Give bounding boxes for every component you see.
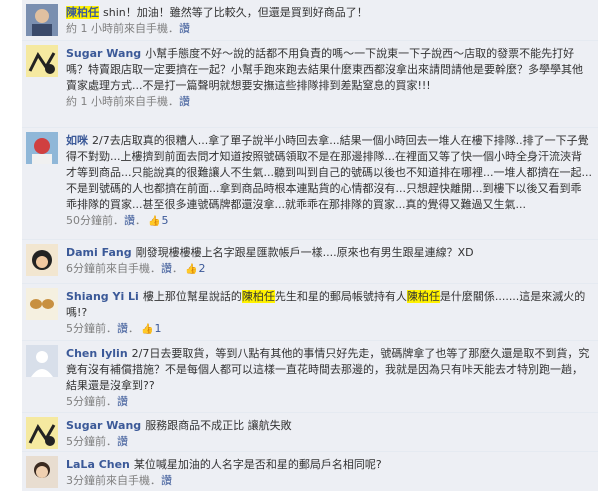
avatar[interactable] <box>26 288 58 320</box>
comment-body: 陳柏任 shin！加油！雖然等了比較久，但還是買到好商品了！ 約 1 小時前來自手… <box>66 5 592 36</box>
comment-body: Sugar Wang 小幫手態度不好～說的話都不用負責的嗎～一下說東一下子說西～店… <box>66 46 592 109</box>
comment-time: 5分鐘前 <box>66 395 106 408</box>
comment-meta: 3分鐘前來自手機．讚 <box>66 474 172 487</box>
comment-author[interactable]: Dami Fang <box>66 246 132 259</box>
thumbs-up-icon: 👍 <box>148 216 161 227</box>
comment-author[interactable]: 如咪 <box>66 134 88 147</box>
like-count[interactable]: 👍2 <box>185 262 205 275</box>
comment-item: 如咪 2/7去店取真的很糟人...拿了單子說半小時回去拿...結果一個小時回去一堆… <box>22 128 598 240</box>
comment-time: 5分鐘前 <box>66 435 106 448</box>
comment-time: 6分鐘前來自手機 <box>66 262 150 275</box>
comment-meta: 6分鐘前來自手機．讚． 👍2 <box>66 262 206 275</box>
comment-time: 約 1 小時前來自手機 <box>66 22 168 35</box>
comment-text: 剛發現樓樓樓上名字跟星匯款帳戶一樣....原來也有男生跟星連線？XD <box>135 246 474 259</box>
comment-text-part: 樓上那位幫星說話的 <box>142 290 242 303</box>
like-count[interactable]: 👍5 <box>148 214 168 227</box>
comment-meta: 5分鐘前．讚 <box>66 395 128 408</box>
comment-meta: 5分鐘前．讚． 👍1 <box>66 322 162 335</box>
comment-feed: 陳柏任 shin！加油！雖然等了比較久，但還是買到好商品了！ 約 1 小時前來自手… <box>22 0 598 491</box>
like-link[interactable]: 讚 <box>179 22 190 35</box>
avatar[interactable] <box>26 456 58 488</box>
comment-author[interactable]: Sugar Wang <box>66 47 141 60</box>
comment-time: 5分鐘前 <box>66 322 106 335</box>
comment-body: Chen Iylin 2/7日去要取貨，等到八點有其他的事情只好先走，號碼牌拿了也… <box>66 346 592 409</box>
like-link[interactable]: 讚 <box>117 395 128 408</box>
comment-text: 2/7日去要取貨，等到八點有其他的事情只好先走，號碼牌拿了也等了那麼久還是取不到… <box>66 347 590 392</box>
highlighted-name: 陳柏任 <box>241 290 275 303</box>
comment-text: 某位喊星加油的人名字是否和星的郵局戶名相同呢? <box>133 458 382 471</box>
comment-item: Sugar Wang 小幫手態度不好～說的話都不用負責的嗎～一下說東一下子說西～店… <box>22 41 598 128</box>
comment-item: Shiang Yi Li 樓上那位幫星說話的陳柏任先生和星的郵局帳號持有人陳柏任是… <box>22 284 598 341</box>
avatar[interactable] <box>26 417 58 449</box>
comment-text: 2/7去店取真的很糟人...拿了單子說半小時回去拿...結果一個小時回去一堆人在… <box>66 134 592 211</box>
like-link[interactable]: 讚 <box>179 95 190 108</box>
avatar[interactable] <box>26 244 58 276</box>
comment-meta: 約 1 小時前來自手機．讚 <box>66 95 190 108</box>
comment-body: Dami Fang 剛發現樓樓樓上名字跟星匯款帳戶一樣....原來也有男生跟星連線… <box>66 245 592 277</box>
like-link[interactable]: 讚 <box>161 262 172 275</box>
comment-body: LaLa Chen 某位喊星加油的人名字是否和星的郵局戶名相同呢? 3分鐘前來自手… <box>66 457 592 488</box>
comment-text: shin！加油！雖然等了比較久，但還是買到好商品了！ <box>103 6 368 19</box>
comment-author[interactable]: Sugar Wang <box>66 419 141 432</box>
avatar[interactable] <box>26 45 58 77</box>
comment-time: 50分鐘前 <box>66 214 113 227</box>
comment-body: Shiang Yi Li 樓上那位幫星說話的陳柏任先生和星的郵局帳號持有人陳柏任是… <box>66 289 592 337</box>
like-count[interactable]: 👍1 <box>141 322 161 335</box>
avatar[interactable] <box>26 345 58 377</box>
comment-item: Dami Fang 剛發現樓樓樓上名字跟星匯款帳戶一樣....原來也有男生跟星連線… <box>22 240 598 284</box>
comment-meta: 50分鐘前．讚． 👍5 <box>66 214 169 227</box>
comment-body: Sugar Wang 服務跟商品不成正比 讓航失敗 5分鐘前．讚 <box>66 418 592 449</box>
comment-time: 約 1 小時前來自手機 <box>66 95 168 108</box>
like-link[interactable]: 讚 <box>124 214 135 227</box>
comment-text: 小幫手態度不好～說的話都不用負責的嗎～一下說東一下子說西～店取的發票不能先打好嗎… <box>66 47 583 92</box>
comment-author[interactable]: Chen Iylin <box>66 347 128 360</box>
comment-author[interactable]: LaLa Chen <box>66 458 130 471</box>
comment-body: 如咪 2/7去店取真的很糟人...拿了單子說半小時回去拿...結果一個小時回去一堆… <box>66 133 592 229</box>
avatar[interactable] <box>26 4 58 36</box>
comment-author[interactable]: Shiang Yi Li <box>66 290 139 303</box>
comment-time: 3分鐘前來自手機 <box>66 474 150 487</box>
comment-item: LaLa Chen 某位喊星加油的人名字是否和星的郵局戶名相同呢? 3分鐘前來自手… <box>22 452 598 491</box>
thumbs-up-icon: 👍 <box>141 324 154 335</box>
thumbs-up-icon: 👍 <box>185 264 198 275</box>
like-link[interactable]: 讚 <box>117 322 128 335</box>
highlighted-name: 陳柏任 <box>406 290 440 303</box>
comment-item: Sugar Wang 服務跟商品不成正比 讓航失敗 5分鐘前．讚 <box>22 413 598 452</box>
comment-meta: 約 1 小時前來自手機．讚 <box>66 22 190 35</box>
comment-meta: 5分鐘前．讚 <box>66 435 128 448</box>
comment-item: Chen Iylin 2/7日去要取貨，等到八點有其他的事情只好先走，號碼牌拿了也… <box>22 341 598 413</box>
comment-item: 陳柏任 shin！加油！雖然等了比較久，但還是買到好商品了！ 約 1 小時前來自手… <box>22 0 598 41</box>
like-link[interactable]: 讚 <box>161 474 172 487</box>
comment-text: 服務跟商品不成正比 讓航失敗 <box>145 419 292 432</box>
avatar[interactable] <box>26 132 58 164</box>
left-margin <box>0 0 22 491</box>
comment-text-part: 先生和星的郵局帳號持有人 <box>274 290 407 303</box>
comment-author[interactable]: 陳柏任 <box>66 6 99 19</box>
like-link[interactable]: 讚 <box>117 435 128 448</box>
